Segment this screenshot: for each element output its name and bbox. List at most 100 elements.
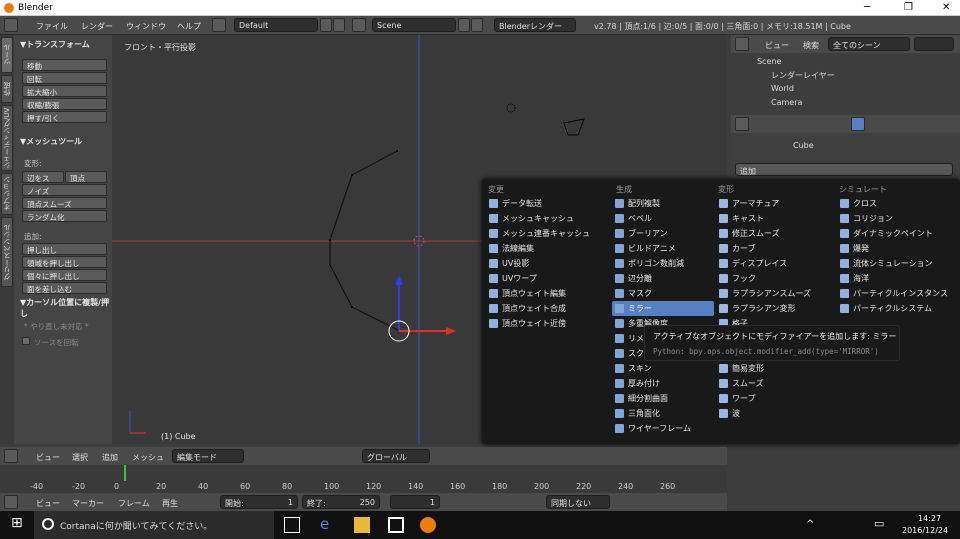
slide-vertex-button[interactable]: 頂点 <box>65 171 107 183</box>
tab-tools[interactable]: ツール <box>1 37 13 73</box>
outliner-item-world[interactable]: World <box>771 84 794 93</box>
push-pull-button[interactable]: 押す/引く <box>22 111 107 123</box>
task-view-icon[interactable] <box>284 517 300 533</box>
add-scene-icon[interactable] <box>458 18 470 32</box>
extrude-region-button[interactable]: 領域を押し出し <box>22 256 107 268</box>
modifier-item[interactable]: クロス <box>837 196 957 211</box>
current-frame-marker[interactable] <box>124 465 126 481</box>
vp-menu-view[interactable]: ビュー <box>36 452 60 463</box>
menu-help[interactable]: ヘルプ <box>177 21 201 32</box>
modifier-item[interactable]: ブーリアン <box>612 226 714 241</box>
file-explorer-icon[interactable] <box>354 517 370 533</box>
outliner-menu-search[interactable]: 検索 <box>803 40 819 51</box>
modifier-item[interactable]: 修正スムーズ <box>716 226 834 241</box>
add-layout-icon[interactable] <box>320 18 332 32</box>
add-modifier-button[interactable]: 追加 <box>735 163 953 176</box>
modifier-item[interactable]: ワープ <box>716 391 834 406</box>
vp-menu-select[interactable]: 選択 <box>72 452 88 463</box>
vp-menu-add[interactable]: 追加 <box>102 452 118 463</box>
minimize-icon[interactable]: ─ <box>864 2 870 13</box>
modifier-item[interactable]: キャスト <box>716 211 834 226</box>
edge-icon[interactable]: e <box>320 515 336 533</box>
outliner-search-input[interactable] <box>914 37 954 51</box>
extrude-dropdown[interactable]: 押し出し <box>22 243 107 255</box>
modifier-item[interactable]: ベベル <box>612 211 714 226</box>
menu-render[interactable]: レンダー <box>81 21 113 32</box>
cortana-search-box[interactable]: Cortanaに何か聞いてみてください。 <box>34 511 274 539</box>
modifier-item[interactable]: ポリゴン数削減 <box>612 256 714 271</box>
blender-taskbar-icon[interactable] <box>420 517 436 533</box>
menu-file[interactable]: ファイル <box>36 21 68 32</box>
modifier-item[interactable]: 波 <box>716 406 834 421</box>
outliner-item-scene[interactable]: Scene <box>757 57 781 66</box>
tab-options[interactable]: オプション <box>1 173 13 215</box>
modifier-item[interactable]: 頂点ウェイト合成 <box>486 301 610 316</box>
source-rotate-checkbox[interactable] <box>22 337 30 345</box>
screen-layout-icon[interactable] <box>212 18 226 32</box>
rotate-button[interactable]: 回転 <box>22 72 107 84</box>
tl-menu-frame[interactable]: フレーム <box>118 498 150 509</box>
outliner-item-camera[interactable]: Camera <box>771 98 802 107</box>
current-frame-field[interactable]: 1 <box>390 495 440 509</box>
noise-button[interactable]: ノイズ <box>22 184 107 196</box>
modifier-item[interactable]: ラプラシアン変形 <box>716 301 834 316</box>
outliner-filter-select[interactable]: 全てのシーン <box>828 37 910 51</box>
modifier-item[interactable]: データ転送 <box>486 196 610 211</box>
modifier-item[interactable]: パーティクルシステム <box>837 301 957 316</box>
translate-button[interactable]: 移動 <box>22 59 107 71</box>
sync-mode-select[interactable]: 同期しない <box>546 495 610 509</box>
editor-type-icon[interactable] <box>4 18 18 32</box>
inset-faces-button[interactable]: 面を差し込む <box>22 282 107 294</box>
scene-icon[interactable] <box>352 18 366 32</box>
screen-layout-field[interactable]: Default <box>234 18 318 32</box>
modifier-item[interactable]: 海洋 <box>837 271 957 286</box>
clock-date[interactable]: 2016/12/24 <box>902 526 948 535</box>
modifier-item[interactable]: パーティクルインスタンス <box>837 286 957 301</box>
tl-menu-marker[interactable]: マーカー <box>72 498 104 509</box>
slide-edge-button[interactable]: 辺をス <box>22 171 64 183</box>
modifier-item[interactable]: スムーズ <box>716 376 834 391</box>
smooth-vertex-button[interactable]: 頂点スムーズ <box>22 197 107 209</box>
tl-menu-view[interactable]: ビュー <box>36 498 60 509</box>
modifier-item[interactable]: マスク <box>612 286 714 301</box>
modifier-item[interactable]: 細分割曲面 <box>612 391 714 406</box>
modifier-item[interactable]: UV投影 <box>486 256 610 271</box>
tl-menu-playback[interactable]: 再生 <box>162 498 178 509</box>
end-frame-field[interactable]: 終了: 250 <box>302 495 380 509</box>
tab-shading-uv[interactable]: シェーディング/UV <box>1 105 13 171</box>
randomize-button[interactable]: ランダム化 <box>22 210 107 222</box>
scene-field[interactable]: Scene <box>372 18 456 32</box>
scale-button[interactable]: 拡大縮小 <box>22 85 107 97</box>
properties-editor-icon[interactable] <box>735 117 749 131</box>
extrude-individual-button[interactable]: 個々に押し出し <box>22 269 107 281</box>
remove-scene-icon[interactable] <box>471 18 483 32</box>
clock-time[interactable]: 14:27 <box>918 514 941 523</box>
modifier-item[interactable]: 辺分離 <box>612 271 714 286</box>
orientation-select[interactable]: グローバル <box>362 449 430 463</box>
modifier-item[interactable]: メッシュキャッシュ <box>486 211 610 226</box>
tray-chevron-icon[interactable]: ^ <box>806 519 814 530</box>
mode-select[interactable]: 編集モード <box>172 449 244 463</box>
modifier-item[interactable]: 法線編集 <box>486 241 610 256</box>
close-icon[interactable]: ✕ <box>942 2 950 13</box>
store-icon[interactable] <box>388 517 404 533</box>
modifier-tab-icon[interactable] <box>851 117 865 131</box>
modifier-item[interactable]: 爆発 <box>837 241 957 256</box>
transform-panel-header[interactable]: ▼トランスフォーム <box>20 39 90 50</box>
modifier-item[interactable]: ミラー <box>612 301 714 316</box>
vp-menu-mesh[interactable]: メッシュ <box>132 452 164 463</box>
timeline[interactable]: -40 -20 0 20 40 60 80 100 120 140 160 180 200 220 240 2… <box>0 465 727 493</box>
modifier-item[interactable]: UVワープ <box>486 271 610 286</box>
modifier-item[interactable]: スキン <box>612 361 714 376</box>
modifier-item[interactable]: メッシュ連番キャッシュ <box>486 226 610 241</box>
modifier-item[interactable]: ワイヤーフレーム <box>612 421 714 436</box>
operator-panel-header[interactable]: ▼カーソル位置に複製/押し <box>20 297 112 319</box>
modifier-item[interactable]: ラプラシアンスムーズ <box>716 286 834 301</box>
modifier-item[interactable]: コリジョン <box>837 211 957 226</box>
modifier-item[interactable]: 頂点ウェイト編集 <box>486 286 610 301</box>
modifier-item[interactable]: フック <box>716 271 834 286</box>
outliner-editor-icon[interactable] <box>735 37 749 51</box>
remove-layout-icon[interactable] <box>333 18 345 32</box>
modifier-item[interactable]: 流体シミュレーション <box>837 256 957 271</box>
modifier-item[interactable]: ディスプレイス <box>716 256 834 271</box>
